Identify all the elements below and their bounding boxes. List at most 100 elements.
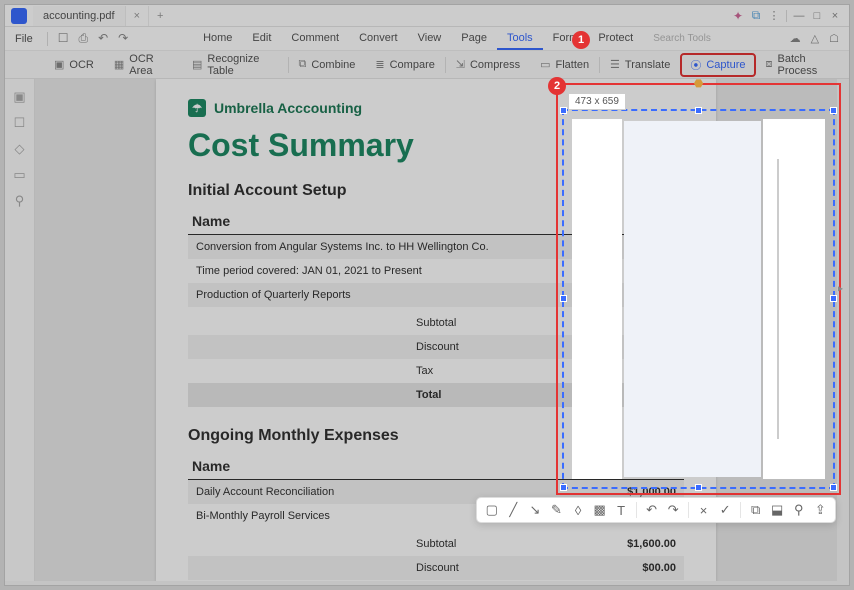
tool-ocr[interactable]: ▣OCR (44, 55, 104, 74)
screenshot-toolbar: ▢ ╱ ↘ ✎ ◊ ▩ T ↶ ↷ × ✓ ⧉ ⬓ ⚲ ⇪ (476, 497, 836, 523)
tool-share-icon[interactable]: ⇪ (812, 500, 830, 520)
tool-capture[interactable]: ⦿Capture (680, 53, 755, 77)
tab-home[interactable]: Home (193, 28, 242, 50)
tool-ocr-area[interactable]: ▦OCR Area (104, 50, 182, 80)
summary-row: Subtotal$1,600.00 (188, 532, 684, 556)
quick-toolbar: ☐ ⎙ ↶ ↷ (52, 31, 135, 46)
section2-title: Ongoing Monthly Expenses (188, 427, 684, 445)
file-menu[interactable]: File (5, 29, 43, 49)
compare-icon: ≣ (375, 58, 384, 71)
th-name: Name (192, 213, 230, 229)
ocr-area-icon: ▦ (114, 58, 124, 71)
tab-protect[interactable]: Protect (588, 28, 643, 50)
tab-add-icon[interactable]: + (148, 6, 171, 26)
tool-redo-icon[interactable]: ↷ (664, 500, 682, 520)
tool-undo-icon[interactable]: ↶ (643, 500, 661, 520)
batch-icon: ⧈ (766, 58, 773, 71)
cloud-icon[interactable]: ☁ (790, 32, 801, 45)
brand-name: Umbrella Acccounting (214, 100, 362, 116)
tool-pen-icon[interactable]: ✎ (548, 500, 566, 520)
tools-toolbar: ▣OCR ▦OCR Area ▤Recognize Table ⧉Combine… (5, 51, 849, 79)
ocr-icon: ▣ (54, 58, 64, 71)
print-icon[interactable]: ⎙ (79, 31, 89, 46)
th-name: Name (192, 458, 230, 474)
menubar-right-icons: ☁ △ ☖ (780, 32, 849, 45)
minimize-icon[interactable]: — (793, 10, 805, 22)
annotation-badge-2: 2 (548, 77, 566, 95)
search-tools-input[interactable]: Search Tools (643, 33, 721, 44)
share-icon[interactable]: ⧉ (750, 10, 762, 22)
section1-rows: Conversion from Angular Systems Inc. to … (188, 235, 684, 307)
table-icon: ▤ (192, 58, 202, 71)
page-title: Cost Summary (188, 127, 684, 164)
tab-edit[interactable]: Edit (242, 28, 281, 50)
document-tab[interactable]: accounting.pdf (33, 6, 126, 26)
comments-icon[interactable]: ◇ (15, 141, 25, 157)
tool-batch-process[interactable]: ⧈Batch Process (756, 50, 850, 80)
th-price: Price (646, 458, 680, 474)
table-row: Conversion from Angular Systems Inc. to … (188, 235, 684, 259)
tool-save-icon[interactable]: ⬓ (768, 500, 786, 520)
summary-row: Tax$00.00 (188, 359, 684, 383)
section2-header: Name Price (188, 453, 684, 480)
tab-convert[interactable]: Convert (349, 28, 408, 50)
more-icon[interactable]: ⋮ (768, 10, 780, 22)
bookmark-icon[interactable]: ☐ (14, 115, 26, 131)
table-row: Production of Quarterly Reports$800.00 (188, 283, 684, 307)
maximize-icon[interactable]: □ (811, 10, 823, 22)
th-price: Price (646, 213, 680, 229)
tool-combine[interactable]: ⧉Combine (289, 55, 366, 74)
summary-row-total: Total$3,800.00 (188, 383, 684, 407)
section1-summary: Subtotal$3,800.00 Discount$00.00 Tax$00.… (188, 311, 684, 407)
tab-comment[interactable]: Comment (281, 28, 349, 50)
summary-row: Subtotal$3,800.00 (188, 311, 684, 335)
tool-line-icon[interactable]: ╱ (505, 500, 523, 520)
tab-tools[interactable]: Tools (497, 28, 543, 50)
tab-view[interactable]: View (408, 28, 452, 50)
tool-copy-icon[interactable]: ⧉ (747, 500, 765, 520)
tool-flatten[interactable]: ▭Flatten (530, 55, 599, 74)
brand-logo-icon: ☂ (188, 99, 206, 117)
tool-compare[interactable]: ≣Compare (365, 55, 444, 74)
tool-blur-icon[interactable]: ▩ (591, 500, 609, 520)
tool-confirm-icon[interactable]: ✓ (716, 500, 734, 520)
flatten-icon: ▭ (540, 58, 550, 71)
compress-icon: ⇲ (456, 58, 465, 71)
tab-page[interactable]: Page (451, 28, 497, 50)
tool-recognize-table[interactable]: ▤Recognize Table (182, 50, 288, 80)
tool-close-icon[interactable]: × (695, 500, 713, 520)
tool-compress[interactable]: ⇲Compress (446, 55, 530, 74)
summary-row: Tax$00.00 (188, 580, 684, 581)
undo-icon[interactable]: ↶ (98, 31, 108, 46)
left-rail: ▣ ☐ ◇ ▭ ⚲ (5, 79, 35, 581)
tab-close-icon[interactable]: × (126, 6, 148, 26)
summary-row: Discount$00.00 (188, 556, 684, 580)
section1-title: Initial Account Setup (188, 182, 684, 200)
thumbnails-icon[interactable]: ▣ (13, 89, 25, 105)
tool-highlight-icon[interactable]: ◊ (569, 500, 587, 520)
tool-rect-icon[interactable]: ▢ (483, 500, 501, 520)
app-icon (11, 8, 27, 24)
sync-icon[interactable]: △ (811, 32, 819, 45)
section2-summary: Subtotal$1,600.00 Discount$00.00 Tax$00.… (188, 532, 684, 581)
close-window-icon[interactable]: × (829, 10, 841, 22)
menubar: File ☐ ⎙ ↶ ↷ Home Edit Comment Convert V… (5, 27, 849, 51)
redo-icon[interactable]: ↷ (118, 31, 128, 46)
bell-icon[interactable]: ☖ (829, 32, 839, 45)
tool-text-icon[interactable]: T (612, 500, 630, 520)
save-icon[interactable]: ☐ (58, 31, 69, 46)
upgrade-icon[interactable]: ✦ (732, 10, 744, 22)
titlebar: accounting.pdf × + ✦ ⧉ ⋮ — □ × (5, 5, 849, 27)
annotation-badge-1: 1 (572, 31, 590, 49)
translate-icon: ☰ (610, 58, 620, 71)
table-row: Time period covered: JAN 01, 2021 to Pre… (188, 259, 684, 283)
combine-icon: ⧉ (299, 58, 307, 71)
tool-arrow-icon[interactable]: ↘ (526, 500, 544, 520)
section1-header: Name Price (188, 208, 684, 235)
attachment-icon[interactable]: ▭ (13, 167, 25, 183)
search-icon[interactable]: ⚲ (15, 193, 25, 209)
summary-row: Discount$00.00 (188, 335, 684, 359)
tool-pin-icon[interactable]: ⚲ (790, 500, 808, 520)
brand-header: ☂ Umbrella Acccounting (188, 99, 684, 117)
tool-translate[interactable]: ☰Translate (600, 55, 680, 74)
